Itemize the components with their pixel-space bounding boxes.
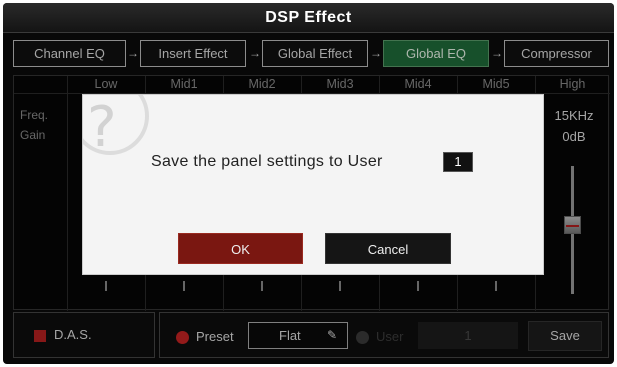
ok-button[interactable]: OK xyxy=(178,233,303,264)
save-dialog: ? Save the panel settings to User 1 OK C… xyxy=(82,94,544,275)
dsp-effect-screen: DSP Effect Channel EQ → Insert Effect → … xyxy=(3,3,614,364)
dialog-message: Save the panel settings to User xyxy=(151,153,383,170)
question-mark: ? xyxy=(87,95,117,160)
cancel-button[interactable]: Cancel xyxy=(325,233,451,264)
window-title: DSP Effect xyxy=(3,3,614,33)
user-slot-field[interactable]: 1 xyxy=(443,152,473,172)
